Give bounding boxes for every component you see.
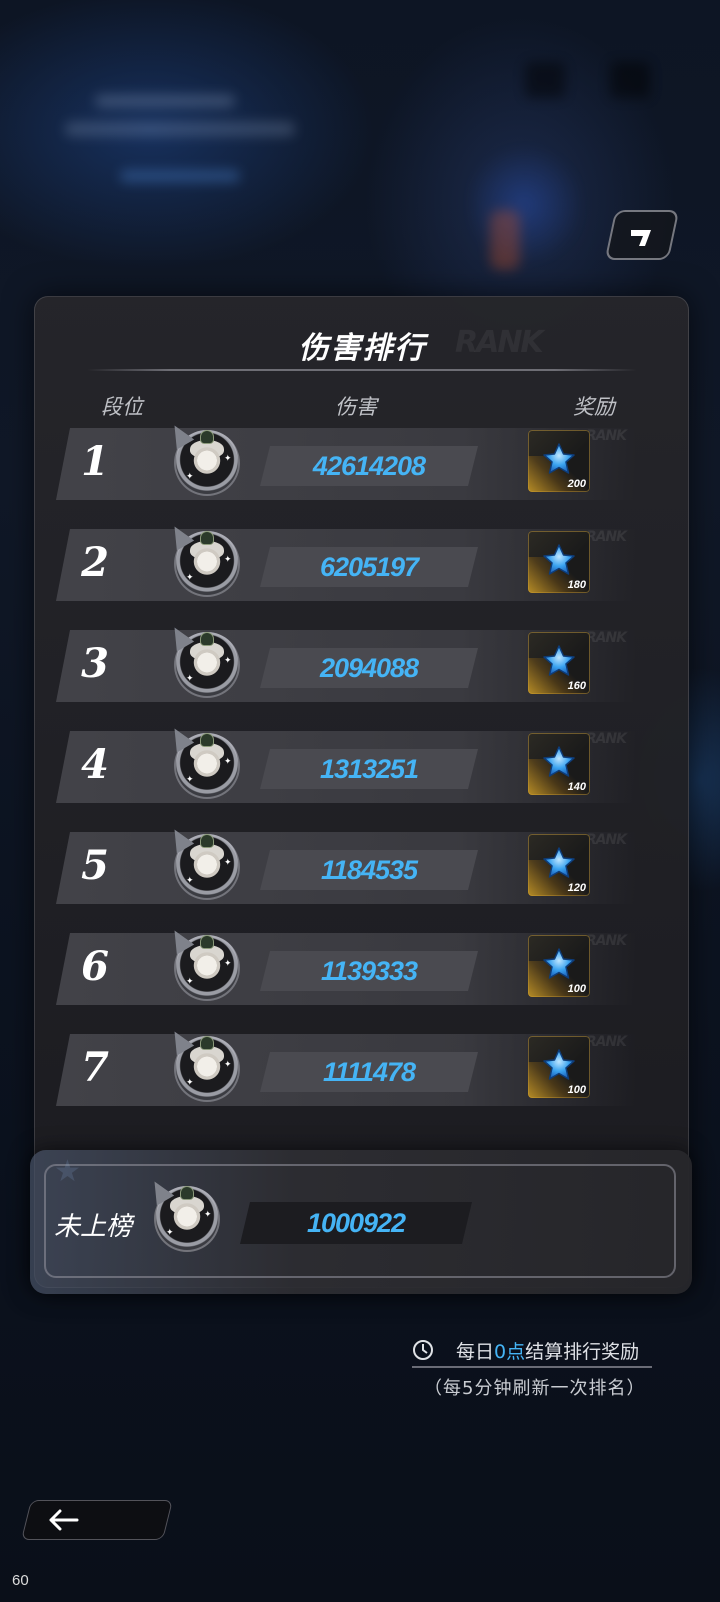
- damage-value: 1111478: [322, 1056, 416, 1087]
- rank-number: 5: [81, 842, 109, 889]
- settlement-info: 每日0点结算排行奖励: [412, 1334, 652, 1368]
- damage-value: 6205197: [319, 551, 419, 582]
- reward-item[interactable]: 100: [528, 935, 590, 997]
- my-rank-card: ★ 未上榜 ✦ ✦ 1000922: [30, 1150, 692, 1294]
- title-divider: [87, 369, 637, 371]
- rank-number: 6: [81, 943, 109, 990]
- row-decoration: RANK: [585, 630, 627, 646]
- rank-number: 7: [81, 1044, 109, 1091]
- header-reward: 奖励: [573, 395, 615, 419]
- row-decoration: RANK: [585, 529, 627, 545]
- header-rank: 段位: [101, 395, 143, 419]
- back-button[interactable]: [21, 1500, 173, 1540]
- blue-star-icon: [543, 746, 575, 777]
- fps-counter: 60: [12, 1572, 29, 1589]
- row-decoration: RANK: [585, 428, 627, 444]
- blue-star-icon: [543, 948, 575, 979]
- panel-title: 伤害排行: [298, 331, 427, 366]
- leaderboard-row: RANK 5 ✦ ✦ 1184535 120: [46, 824, 646, 908]
- rank-number: 3: [81, 640, 109, 687]
- arrow-left-icon: [49, 1509, 79, 1531]
- refresh-note: （每5分钟刷新一次排名）: [424, 1378, 646, 1399]
- reward-item[interactable]: 180: [528, 531, 590, 593]
- rank-number: 2: [81, 539, 109, 586]
- reward-item[interactable]: 100: [528, 1036, 590, 1098]
- leaderboard-row: RANK 6 ✦ ✦ 1139333 100: [46, 925, 646, 1009]
- reward-quantity: 140: [567, 781, 586, 793]
- reward-quantity: 200: [567, 478, 586, 490]
- settlement-text: 每日0点结算排行奖励: [456, 1340, 640, 1363]
- damage-box: 1184535: [260, 850, 478, 890]
- damage-value: 42614208: [312, 450, 426, 481]
- my-damage-value: 1000922: [306, 1207, 406, 1238]
- reward-quantity: 120: [567, 882, 586, 894]
- reward-quantity: 100: [567, 1084, 586, 1096]
- reward-quantity: 100: [567, 983, 586, 995]
- player-avatar[interactable]: ✦ ✦: [165, 723, 240, 799]
- reward-quantity: 180: [567, 579, 586, 591]
- my-avatar[interactable]: ✦ ✦: [145, 1176, 220, 1252]
- blue-star-icon: [543, 645, 575, 676]
- blue-star-icon: [543, 544, 575, 575]
- player-avatar[interactable]: ✦ ✦: [165, 925, 240, 1001]
- leaderboard-row: RANK 2 ✦ ✦ 6205197 180: [46, 521, 646, 605]
- blue-star-icon: [543, 1049, 575, 1080]
- player-avatar[interactable]: ✦ ✦: [165, 1026, 240, 1102]
- rank-number: 4: [81, 741, 109, 788]
- blue-star-icon: [543, 443, 575, 474]
- leaderboard-row: RANK 1 ✦ ✦ 42614208 200: [46, 420, 646, 504]
- player-avatar[interactable]: ✦ ✦: [165, 420, 240, 496]
- header-damage: 伤害: [335, 395, 377, 419]
- rank-number: 1: [81, 438, 109, 485]
- damage-value: 2094088: [319, 652, 419, 683]
- reward-item[interactable]: 120: [528, 834, 590, 896]
- return-arrow-icon: [631, 230, 651, 246]
- my-damage-box: 1000922: [240, 1202, 472, 1244]
- damage-value: 1139333: [320, 955, 418, 986]
- return-button[interactable]: [604, 210, 680, 260]
- reward-quantity: 160: [567, 680, 586, 692]
- leaderboard-row: RANK 7 ✦ ✦ 1111478 100: [46, 1026, 646, 1110]
- damage-box: 1139333: [260, 951, 478, 991]
- row-decoration: RANK: [585, 731, 627, 747]
- player-avatar[interactable]: ✦ ✦: [165, 824, 240, 900]
- player-avatar[interactable]: ✦ ✦: [165, 521, 240, 597]
- reward-item[interactable]: 140: [528, 733, 590, 795]
- leaderboard-row: RANK 3 ✦ ✦ 2094088 160: [46, 622, 646, 706]
- damage-box: 2094088: [260, 648, 478, 688]
- clock-icon: [413, 1340, 433, 1360]
- blue-star-icon: [543, 847, 575, 878]
- damage-value: 1313251: [319, 753, 419, 784]
- row-decoration: RANK: [585, 832, 627, 848]
- reward-item[interactable]: 160: [528, 632, 590, 694]
- reward-item[interactable]: 200: [528, 430, 590, 492]
- damage-box: 6205197: [260, 547, 478, 587]
- leaderboard-row: RANK 4 ✦ ✦ 1313251 140: [46, 723, 646, 807]
- player-avatar[interactable]: ✦ ✦: [165, 622, 240, 698]
- damage-value: 1184535: [320, 854, 418, 885]
- row-decoration: RANK: [585, 1034, 627, 1050]
- row-decoration: RANK: [585, 933, 627, 949]
- my-rank-decoration: ★: [54, 1154, 81, 1189]
- my-rank-label: 未上榜: [54, 1212, 133, 1242]
- damage-box: 42614208: [260, 446, 478, 486]
- damage-box: 1111478: [260, 1052, 478, 1092]
- damage-box: 1313251: [260, 749, 478, 789]
